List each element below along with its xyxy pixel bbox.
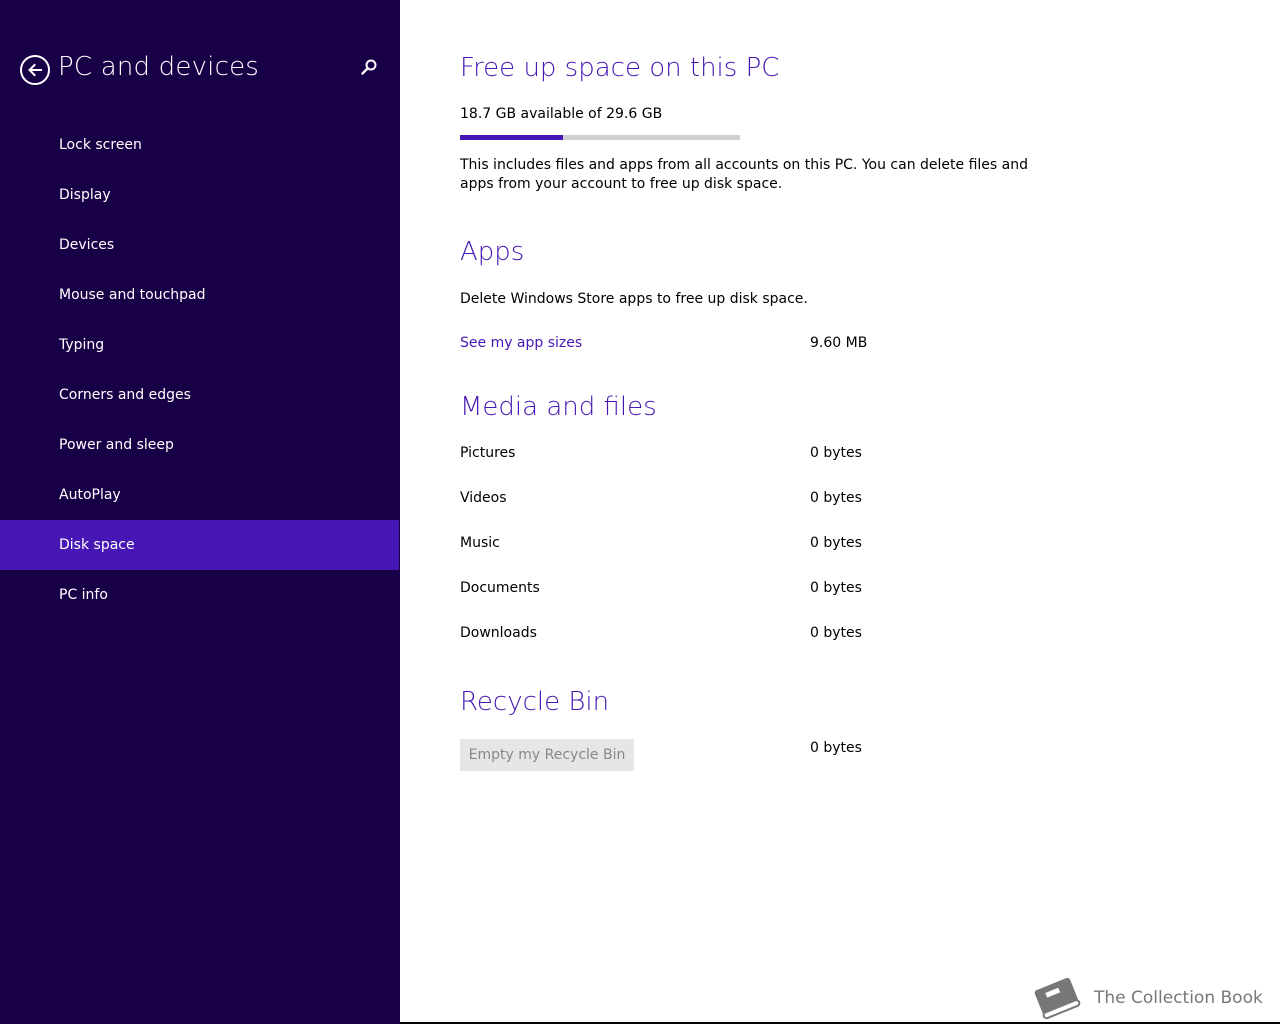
- sidebar-item-typing[interactable]: Typing: [0, 320, 400, 370]
- sidebar: PC and devices Lock screen Display Devic…: [0, 0, 400, 1024]
- media-label-pictures: Pictures: [460, 445, 516, 461]
- book-icon: [1034, 977, 1081, 1020]
- free-space-title: Free up space on this PC: [460, 53, 780, 83]
- main-content: Free up space on this PC 18.7 GB availab…: [460, 0, 1240, 1024]
- sidebar-item-devices[interactable]: Devices: [0, 220, 400, 270]
- search-button[interactable]: [360, 58, 382, 80]
- media-label-documents: Documents: [460, 580, 540, 596]
- sidebar-title: PC and devices: [58, 52, 260, 82]
- recycle-bin-title: Recycle Bin: [460, 687, 610, 717]
- media-label-music: Music: [460, 535, 500, 551]
- media-label-videos: Videos: [460, 490, 507, 506]
- see-app-sizes-link[interactable]: See my app sizes: [460, 335, 582, 351]
- sidebar-item-corners-and-edges[interactable]: Corners and edges: [0, 370, 400, 420]
- sidebar-item-autoplay[interactable]: AutoPlay: [0, 470, 400, 520]
- sidebar-item-lock-screen[interactable]: Lock screen: [0, 120, 400, 170]
- back-arrow-icon: [28, 63, 42, 77]
- disk-usage-bar: [460, 135, 740, 140]
- search-icon: [361, 59, 377, 75]
- media-value-downloads: 0 bytes: [810, 625, 862, 641]
- recycle-bin-size-value: 0 bytes: [810, 740, 862, 756]
- sidebar-item-pc-info[interactable]: PC info: [0, 570, 400, 620]
- apps-section-title: Apps: [460, 237, 525, 267]
- sidebar-item-disk-space[interactable]: Disk space: [0, 520, 399, 570]
- sidebar-item-power-and-sleep[interactable]: Power and sleep: [0, 420, 400, 470]
- free-space-description: This includes files and apps from all ac…: [460, 157, 1028, 192]
- apps-size-value: 9.60 MB: [810, 335, 868, 351]
- media-value-pictures: 0 bytes: [810, 445, 862, 461]
- media-section-title: Media and files: [460, 392, 657, 422]
- sidebar-item-display[interactable]: Display: [0, 170, 400, 220]
- watermark-text: The Collection Book: [1094, 988, 1263, 1008]
- back-button[interactable]: [20, 55, 50, 85]
- sidebar-item-mouse-and-touchpad[interactable]: Mouse and touchpad: [0, 270, 400, 320]
- sidebar-nav: Lock screen Display Devices Mouse and to…: [0, 120, 400, 620]
- disk-space-summary: 18.7 GB available of 29.6 GB: [460, 106, 663, 122]
- disk-usage-bar-fill: [460, 135, 564, 140]
- media-value-music: 0 bytes: [810, 535, 862, 551]
- media-value-videos: 0 bytes: [810, 490, 862, 506]
- media-value-documents: 0 bytes: [810, 580, 862, 596]
- empty-recycle-bin-button[interactable]: Empty my Recycle Bin: [460, 739, 634, 771]
- watermark: The Collection Book: [1030, 975, 1270, 1021]
- media-label-downloads: Downloads: [460, 625, 537, 641]
- sidebar-header: PC and devices: [0, 0, 400, 140]
- apps-description: Delete Windows Store apps to free up dis…: [460, 291, 808, 307]
